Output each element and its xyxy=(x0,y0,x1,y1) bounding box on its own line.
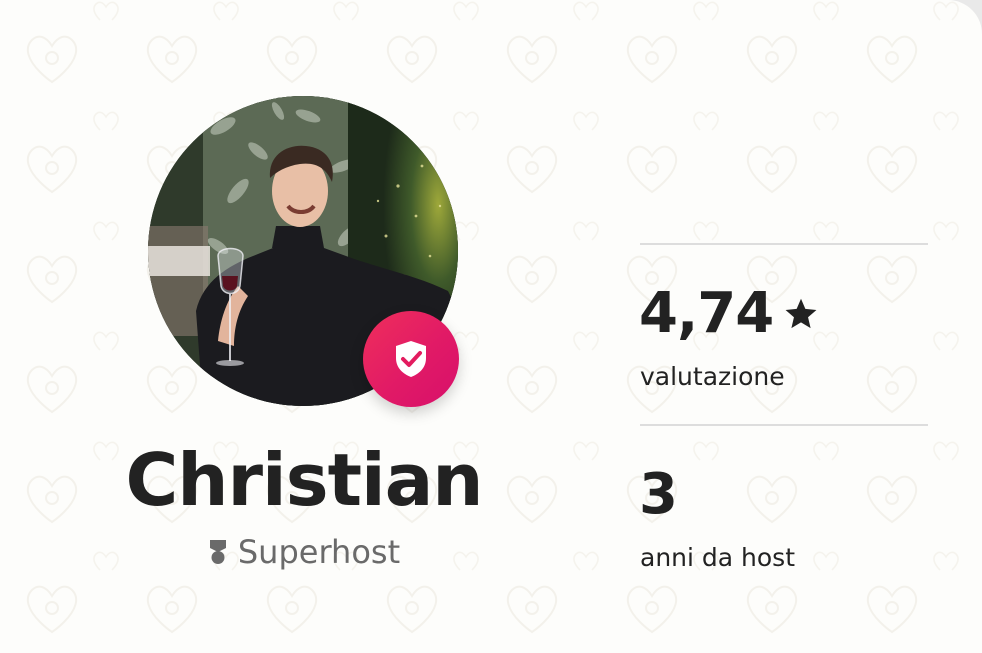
shield-check-icon xyxy=(396,341,426,377)
superhost-label: Superhost xyxy=(237,533,401,571)
star-icon xyxy=(785,298,817,329)
rating-value: 4,74 xyxy=(639,282,819,346)
host-profile-card: Christian Superhost 4,74 valutazione 3 a… xyxy=(0,0,982,653)
verified-badge xyxy=(363,311,459,407)
medal-icon xyxy=(209,540,226,564)
years-hosting-label: anni da host xyxy=(640,543,796,572)
years-hosting-number: 3 xyxy=(639,462,678,527)
years-hosting-value: 3 xyxy=(639,462,678,527)
rating-label: valutazione xyxy=(640,362,785,391)
divider xyxy=(640,243,928,245)
superhost-status: Superhost xyxy=(100,530,508,574)
divider xyxy=(640,424,928,426)
rating-number: 4,74 xyxy=(639,281,774,346)
host-name: Christian xyxy=(125,438,483,522)
